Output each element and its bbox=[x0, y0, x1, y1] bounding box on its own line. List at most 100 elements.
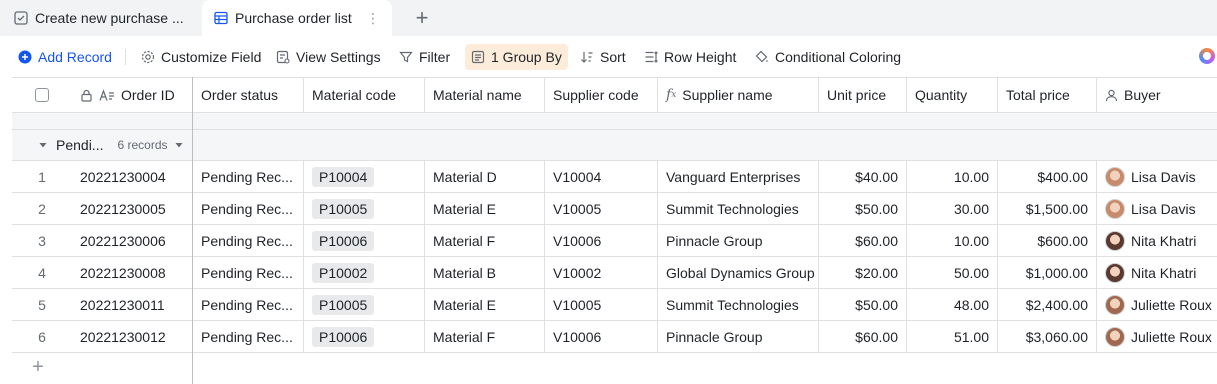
cell-material-code[interactable]: P10006 bbox=[304, 225, 425, 256]
cell-quantity[interactable]: 48.00 bbox=[907, 289, 998, 320]
cell-supplier-code[interactable]: V10005 bbox=[545, 289, 658, 320]
cell-material-name[interactable]: Material F bbox=[425, 321, 545, 352]
cell-supplier-code-text: V10005 bbox=[553, 200, 602, 217]
header-order-status[interactable]: Order status bbox=[193, 78, 304, 112]
cell-unit-price[interactable]: $20.00 bbox=[819, 257, 907, 288]
cell-material-name[interactable]: Material B bbox=[425, 257, 545, 288]
group-by-label: 1 Group By bbox=[491, 49, 562, 65]
frozen-column-divider[interactable] bbox=[192, 77, 193, 384]
cell-buyer[interactable]: Juliette Roux bbox=[1097, 289, 1217, 320]
cell-total-price[interactable]: $600.00 bbox=[998, 225, 1097, 256]
cell-total-price[interactable]: $3,060.00 bbox=[998, 321, 1097, 352]
tab-bar: Create new purchase ... Purchase order l… bbox=[0, 0, 1217, 36]
header-supplier-name[interactable]: fx Supplier name bbox=[658, 78, 819, 112]
cell-order-status[interactable]: Pending Rec... bbox=[193, 193, 304, 224]
select-all-checkbox[interactable] bbox=[35, 88, 49, 102]
cell-supplier-name[interactable]: Pinnacle Group bbox=[658, 225, 819, 256]
sort-button[interactable]: Sort bbox=[576, 44, 630, 70]
cell-order-status[interactable]: Pending Rec... bbox=[193, 225, 304, 256]
text-field-icon bbox=[99, 88, 115, 102]
cell-supplier-name[interactable]: Summit Technologies bbox=[658, 193, 819, 224]
cell-total-price[interactable]: $400.00 bbox=[998, 161, 1097, 192]
cell-order-id[interactable]: 20221230004 bbox=[72, 161, 193, 192]
cell-supplier-name[interactable]: Vanguard Enterprises bbox=[658, 161, 819, 192]
cell-supplier-code[interactable]: V10006 bbox=[545, 225, 658, 256]
cell-quantity[interactable]: 51.00 bbox=[907, 321, 998, 352]
row-height-button[interactable]: Row Height bbox=[640, 44, 740, 70]
header-total-price[interactable]: Total price bbox=[998, 78, 1097, 112]
cell-unit-price[interactable]: $50.00 bbox=[819, 289, 907, 320]
cell-supplier-code[interactable]: V10004 bbox=[545, 161, 658, 192]
more-vertical-icon[interactable]: ⋮ bbox=[366, 10, 380, 27]
cell-order-id[interactable]: 20221230012 bbox=[72, 321, 193, 352]
cell-order-status[interactable]: Pending Rec... bbox=[193, 289, 304, 320]
group-header[interactable]: Pendi... 6 records bbox=[12, 130, 192, 160]
cell-material-name[interactable]: Material E bbox=[425, 289, 545, 320]
header-material-code[interactable]: Material code bbox=[304, 78, 425, 112]
cell-order-id[interactable]: 20221230006 bbox=[72, 225, 193, 256]
header-quantity[interactable]: Quantity bbox=[907, 78, 998, 112]
cell-total-price[interactable]: $1,500.00 bbox=[998, 193, 1097, 224]
cell-supplier-name[interactable]: Pinnacle Group bbox=[658, 321, 819, 352]
cell-material-code[interactable]: P10005 bbox=[304, 193, 425, 224]
cell-supplier-code[interactable]: V10006 bbox=[545, 321, 658, 352]
header-supplier-code[interactable]: Supplier code bbox=[545, 78, 658, 112]
tab-label: Create new purchase ... bbox=[35, 10, 184, 26]
header-material-name[interactable]: Material name bbox=[425, 78, 545, 112]
filter-button[interactable]: Filter bbox=[395, 44, 454, 70]
grid-table-icon bbox=[214, 11, 228, 25]
cell-quantity[interactable]: 10.00 bbox=[907, 225, 998, 256]
cell-quantity[interactable]: 10.00 bbox=[907, 161, 998, 192]
header-unit-price[interactable]: Unit price bbox=[819, 78, 907, 112]
cell-order-id[interactable]: 20221230008 bbox=[72, 257, 193, 288]
tab-purchase-order-list[interactable]: Purchase order list ⋮ bbox=[202, 0, 392, 36]
header-order-id[interactable]: Order ID bbox=[72, 78, 193, 112]
cell-material-name[interactable]: Material E bbox=[425, 193, 545, 224]
cell-total-price[interactable]: $2,400.00 bbox=[998, 289, 1097, 320]
cell-buyer[interactable]: Nita Khatri bbox=[1097, 225, 1217, 256]
cell-unit-price[interactable]: $60.00 bbox=[819, 225, 907, 256]
cell-order-id[interactable]: 20221230011 bbox=[72, 289, 193, 320]
customize-field-button[interactable]: Customize Field bbox=[137, 44, 265, 70]
conditional-coloring-button[interactable]: Conditional Coloring bbox=[751, 44, 905, 70]
header-buyer[interactable]: Buyer bbox=[1097, 78, 1217, 112]
cell-total-price[interactable]: $1,000.00 bbox=[998, 257, 1097, 288]
add-row-icon[interactable]: + bbox=[30, 356, 46, 378]
group-by-button[interactable]: 1 Group By bbox=[465, 44, 568, 70]
cell-material-code[interactable]: P10002 bbox=[304, 257, 425, 288]
caret-down-icon[interactable] bbox=[174, 140, 184, 150]
cell-order-id[interactable]: 20221230005 bbox=[72, 193, 193, 224]
caret-down-icon[interactable] bbox=[38, 140, 48, 150]
cell-supplier-name[interactable]: Summit Technologies bbox=[658, 289, 819, 320]
cell-material-name[interactable]: Material F bbox=[425, 225, 545, 256]
person-icon bbox=[1105, 89, 1118, 102]
cell-unit-price[interactable]: $60.00 bbox=[819, 321, 907, 352]
cell-order-status[interactable]: Pending Rec... bbox=[193, 161, 304, 192]
cell-buyer[interactable]: Nita Khatri bbox=[1097, 257, 1217, 288]
cell-material-name[interactable]: Material D bbox=[425, 161, 545, 192]
cell-buyer[interactable]: Lisa Davis bbox=[1097, 161, 1217, 192]
tab-create-purchase[interactable]: Create new purchase ... bbox=[2, 0, 198, 36]
cell-buyer[interactable]: Juliette Roux bbox=[1097, 321, 1217, 352]
cell-order-status[interactable]: Pending Rec... bbox=[193, 257, 304, 288]
cell-order-id-text: 20221230012 bbox=[80, 328, 166, 345]
view-settings-button[interactable]: View Settings bbox=[272, 44, 385, 70]
cell-supplier-code[interactable]: V10002 bbox=[545, 257, 658, 288]
add-tab-icon[interactable]: + bbox=[410, 4, 434, 32]
ai-assistant-icon[interactable] bbox=[1199, 48, 1215, 64]
cell-buyer[interactable]: Lisa Davis bbox=[1097, 193, 1217, 224]
cell-quantity[interactable]: 50.00 bbox=[907, 257, 998, 288]
cell-unit-price[interactable]: $50.00 bbox=[819, 193, 907, 224]
cell-material-code[interactable]: P10004 bbox=[304, 161, 425, 192]
group-icon bbox=[471, 50, 485, 64]
view-settings-icon bbox=[276, 50, 290, 64]
cell-unit-price-text: $50.00 bbox=[855, 296, 898, 313]
cell-material-code[interactable]: P10005 bbox=[304, 289, 425, 320]
cell-supplier-name[interactable]: Global Dynamics Group bbox=[658, 257, 819, 288]
cell-supplier-code[interactable]: V10005 bbox=[545, 193, 658, 224]
cell-order-status[interactable]: Pending Rec... bbox=[193, 321, 304, 352]
cell-unit-price[interactable]: $40.00 bbox=[819, 161, 907, 192]
cell-quantity[interactable]: 30.00 bbox=[907, 193, 998, 224]
cell-material-code[interactable]: P10006 bbox=[304, 321, 425, 352]
add-record-button[interactable]: Add Record bbox=[14, 44, 116, 70]
